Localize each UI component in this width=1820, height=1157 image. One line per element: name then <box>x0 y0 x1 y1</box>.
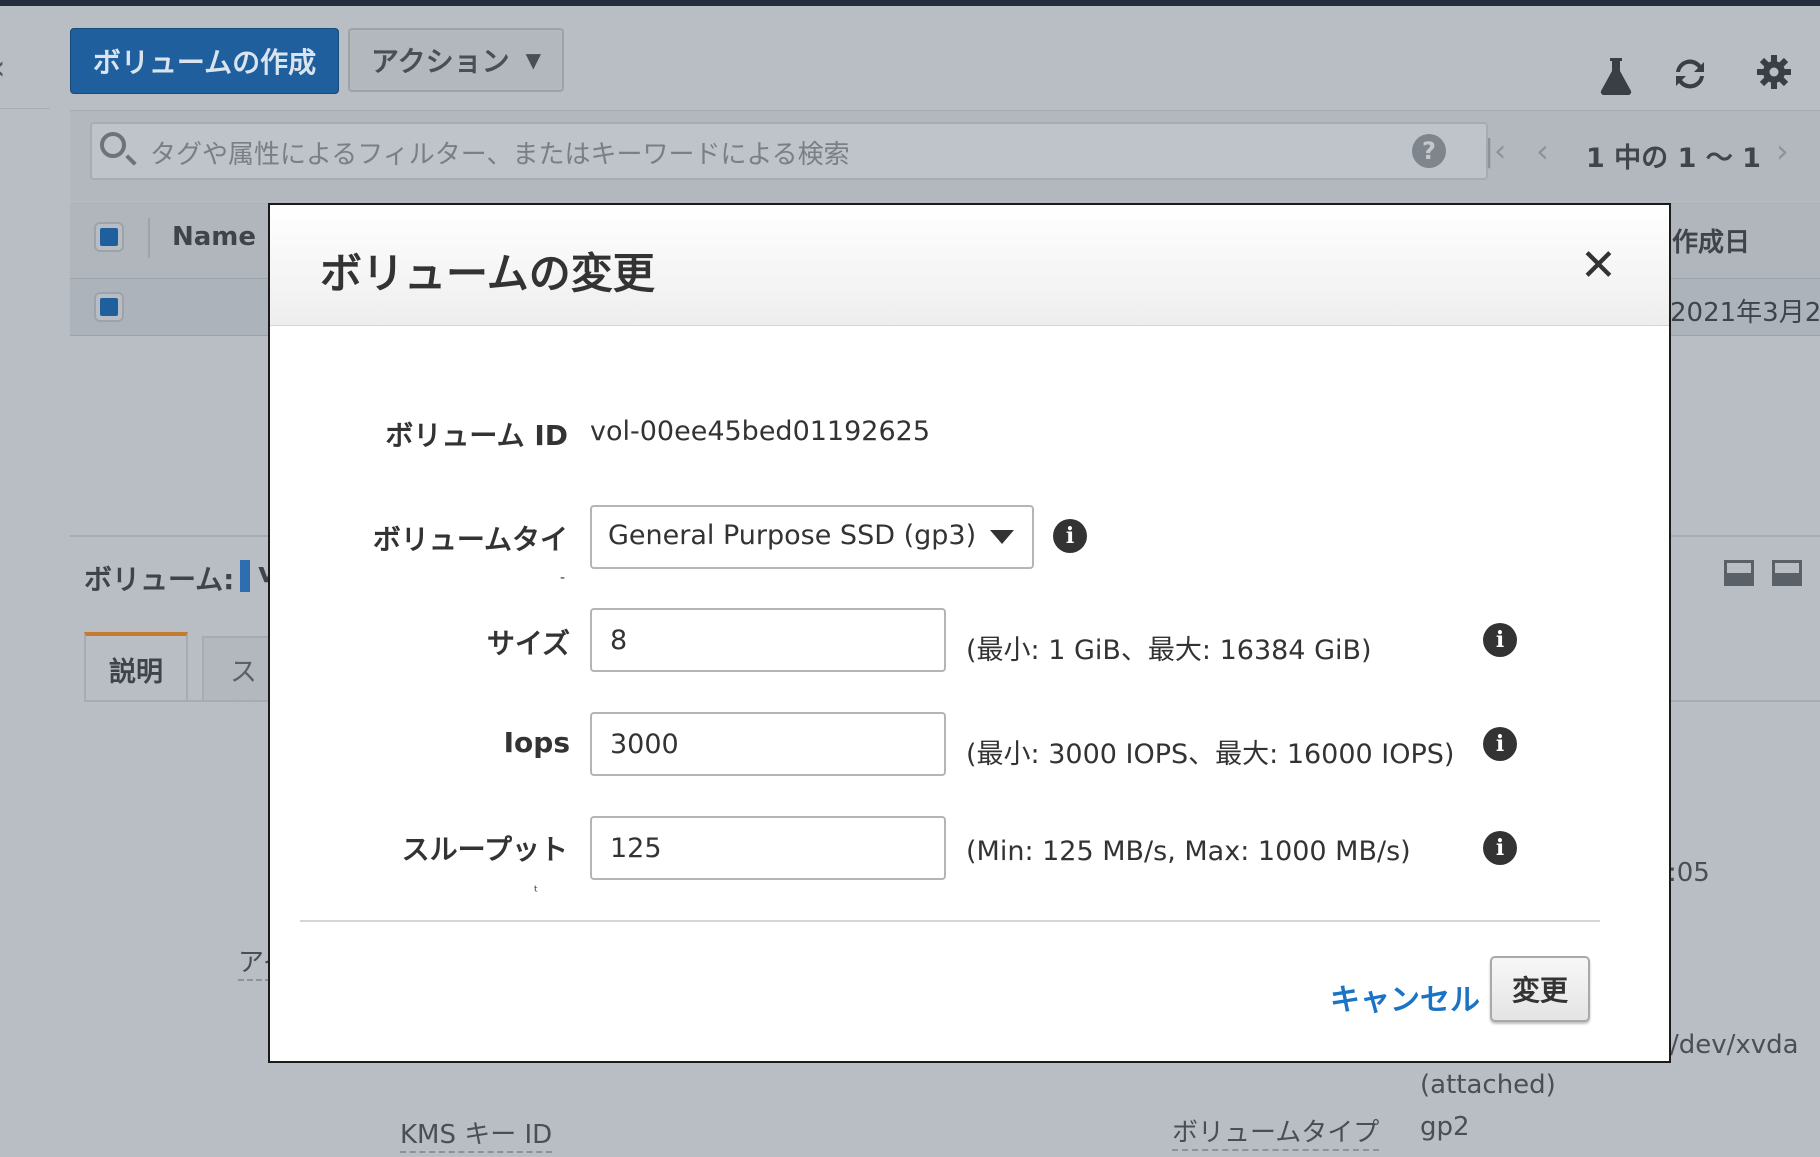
prev-page-icon[interactable]: ‹ <box>1536 132 1549 170</box>
chevron-down-icon: ▼ <box>525 48 541 72</box>
detail-time-value: :05 <box>1668 858 1710 888</box>
volume-id-value: vol-00ee45bed01192625 <box>590 416 930 447</box>
dialog-title: ボリュームの変更 <box>320 249 655 298</box>
size-range-hint: (最小: 1 GiB、最大: 16384 GiB) <box>966 635 1372 666</box>
sidenav-divider <box>0 108 50 109</box>
flask-icon[interactable] <box>1598 56 1634 105</box>
cancel-button[interactable]: キャンセル <box>1330 975 1480 1019</box>
throughput-label: スループット <box>401 833 568 866</box>
iops-range-hint: (最小: 3000 IOPS、最大: 16000 IOPS) <box>966 739 1455 770</box>
column-separator <box>148 218 150 258</box>
column-header-created[interactable]: 作成日 <box>1672 222 1750 259</box>
throughput-range-hint: (Min: 125 MB/s, Max: 1000 MB/s) <box>966 836 1411 867</box>
detail-device-value: /dev/xvda <box>1670 1030 1799 1060</box>
volume-id-label: ボリューム ID <box>385 419 568 452</box>
detail-title: ボリューム: <box>84 563 235 596</box>
throughput-label-overflow: ᵗ <box>534 884 539 900</box>
search-placeholder: タグや属性によるフィルター、またはキーワードによる検索 <box>150 140 850 170</box>
sidenav-collapse-icon[interactable]: ‹ <box>0 48 6 88</box>
info-icon[interactable]: i <box>1483 623 1517 657</box>
dialog-footer-divider <box>300 920 1600 922</box>
chevron-down-icon <box>990 530 1014 544</box>
create-volume-button[interactable]: ボリュームの作成 <box>70 28 339 94</box>
panel-maximize-icon[interactable] <box>1772 560 1802 586</box>
panel-split-icon[interactable] <box>1724 560 1754 586</box>
actions-label: アクション <box>371 45 510 78</box>
info-icon[interactable]: i <box>1483 831 1517 865</box>
volume-type-label: ボリュームタイ <box>372 523 568 556</box>
actions-dropdown-button[interactable]: アクション ▼ <box>348 28 564 92</box>
next-page-icon[interactable]: › <box>1776 132 1789 170</box>
cell-created-date: 2021年3月25 <box>1670 298 1820 328</box>
detail-volume-type-value: gp2 <box>1420 1112 1470 1142</box>
column-header-name[interactable]: Name <box>172 222 256 252</box>
help-icon[interactable]: ? <box>1412 134 1446 168</box>
size-label: サイズ <box>486 627 570 660</box>
size-input[interactable] <box>590 608 946 672</box>
iops-label: Iops <box>503 726 570 759</box>
throughput-input[interactable] <box>590 816 946 880</box>
volume-type-selected-value: General Purpose SSD (gp3) <box>608 520 977 551</box>
tab-description[interactable]: 説明 <box>84 632 188 702</box>
volume-type-label-overflow: - <box>560 570 566 586</box>
select-all-checkbox[interactable] <box>94 222 124 252</box>
detail-volume-type-label: ボリュームタイプ <box>1172 1112 1380 1151</box>
top-nav-bar <box>0 0 1820 6</box>
close-icon[interactable]: ✕ <box>1580 244 1617 288</box>
search-icon <box>100 132 126 158</box>
gear-icon[interactable] <box>1756 54 1792 99</box>
detail-kms-label: KMS キー ID <box>400 1114 553 1153</box>
detail-attached-value: (attached) <box>1420 1070 1556 1100</box>
refresh-icon[interactable] <box>1670 54 1710 103</box>
pagination-text: 1 中の 1 〜 1 <box>1586 143 1761 174</box>
info-icon[interactable]: i <box>1483 727 1517 761</box>
info-icon[interactable]: i <box>1053 519 1087 553</box>
iops-input[interactable] <box>590 712 946 776</box>
modify-button[interactable]: 変更 <box>1490 956 1590 1022</box>
first-page-icon[interactable]: |‹ <box>1484 134 1506 169</box>
row-checkbox[interactable] <box>94 292 124 322</box>
detail-title-marker <box>240 560 250 592</box>
